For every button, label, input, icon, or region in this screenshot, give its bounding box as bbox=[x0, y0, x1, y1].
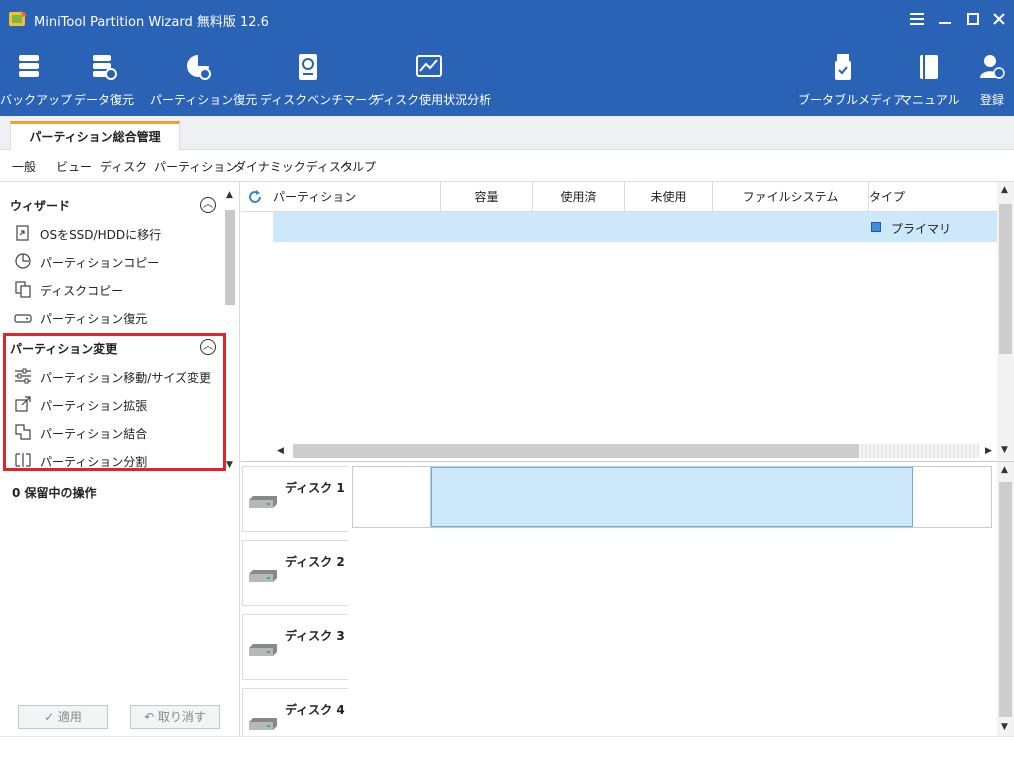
disk-1-partition-2[interactable] bbox=[431, 467, 913, 527]
sidebar-scrollbar[interactable]: ▲ ▼ bbox=[222, 190, 238, 470]
bootable-media-icon bbox=[835, 54, 851, 80]
row-type: プライマリ bbox=[891, 222, 952, 236]
scroll-right-arrow-icon[interactable]: ▶ bbox=[985, 446, 992, 456]
disk-benchmark-button[interactable]: ディスクベンチマーク bbox=[260, 38, 379, 116]
menu-general[interactable]: 一般 bbox=[12, 158, 36, 175]
disk-scroll-down-arrow-icon[interactable]: ▼ bbox=[1001, 722, 1008, 732]
column-capacity[interactable]: 容量 bbox=[441, 182, 533, 212]
sidebar-item-split[interactable]: パーティション分割 bbox=[14, 449, 224, 471]
main-toolbar: バックアップ データ復元 パーティション復元 ディスクベンチマーク ディスク使用… bbox=[0, 38, 1014, 116]
column-type[interactable]: タイプ bbox=[869, 182, 997, 212]
bootable-media-button[interactable]: ブータブルメディア bbox=[798, 38, 905, 116]
status-bar bbox=[0, 736, 1014, 758]
move-resize-icon bbox=[15, 368, 31, 384]
partition-table: パーティション 容量 使用済 未使用 ファイルシステム タイプ プライマリ ◀ … bbox=[241, 182, 1014, 460]
disk-scroll-thumb[interactable] bbox=[999, 482, 1012, 717]
data-recovery-button[interactable]: データ復元 bbox=[70, 38, 138, 116]
space-analyzer-button[interactable]: ディスク使用状況分析 bbox=[372, 38, 491, 116]
disk-1-partition-3[interactable] bbox=[913, 467, 991, 527]
partition-change-section-title: パーティション変更 bbox=[10, 342, 118, 356]
sidebar-scroll-thumb[interactable] bbox=[225, 210, 235, 305]
scroll-left-arrow-icon[interactable]: ◀ bbox=[277, 446, 284, 456]
column-filesystem[interactable]: ファイルシステム bbox=[713, 182, 869, 212]
backup-icon bbox=[19, 55, 39, 77]
wizard-collapse-icon[interactable]: ︿ bbox=[200, 197, 216, 213]
menu-icon[interactable] bbox=[906, 8, 928, 30]
table-vertical-scrollbar[interactable]: ▲ ▼ bbox=[997, 182, 1014, 460]
menu-disk[interactable]: ディスク bbox=[100, 158, 147, 175]
apply-button[interactable]: ✓ 適用 bbox=[18, 705, 108, 729]
split-icon bbox=[15, 453, 31, 467]
hscroll-thumb[interactable] bbox=[293, 444, 859, 458]
disk-map-scrollbar[interactable]: ▲ ▼ bbox=[997, 462, 1014, 737]
window-title: MiniTool Partition Wizard 無料版 12.6 bbox=[34, 15, 269, 30]
hard-disk-icon bbox=[249, 718, 277, 730]
wizard-section-title: ウィザード bbox=[10, 199, 71, 213]
menu-partition[interactable]: パーティション bbox=[154, 158, 237, 175]
disk-1-partition-bar bbox=[352, 466, 992, 528]
disk-scroll-up-arrow-icon[interactable]: ▲ bbox=[1001, 465, 1008, 475]
action-sidebar: ウィザード ︿ OSをSSD/HDDに移行 パーティションコピー ディスクコピー… bbox=[0, 182, 240, 736]
sidebar-item-merge[interactable]: パーティション結合 bbox=[14, 421, 224, 443]
partition-recovery-icon bbox=[14, 314, 32, 323]
register-icon bbox=[980, 55, 1005, 79]
partition-copy-icon bbox=[15, 253, 31, 269]
disk-benchmark-icon bbox=[299, 54, 317, 80]
sidebar-item-partition-recovery[interactable]: パーティション復元 bbox=[14, 306, 224, 328]
migrate-os-icon bbox=[16, 225, 29, 241]
table-header: パーティション 容量 使用済 未使用 ファイルシステム タイプ bbox=[241, 182, 997, 212]
table-vscroll-thumb[interactable] bbox=[999, 204, 1012, 354]
scroll-down-arrow-icon[interactable]: ▼ bbox=[226, 460, 233, 470]
column-partition[interactable]: パーティション bbox=[273, 182, 441, 212]
sidebar-item-partition-copy[interactable]: パーティションコピー bbox=[14, 250, 224, 272]
partition-recovery-button[interactable]: パーティション復元 bbox=[150, 38, 257, 116]
data-recovery-icon bbox=[93, 55, 117, 80]
menu-view[interactable]: ビュー bbox=[56, 158, 92, 175]
disk-card-1[interactable]: ディスク 1 bbox=[242, 466, 348, 532]
tab-partition-management[interactable]: パーティション総合管理 bbox=[10, 121, 180, 151]
tab-strip: パーティション総合管理 bbox=[0, 116, 1014, 151]
disk-copy-icon bbox=[15, 281, 31, 298]
refresh-icon[interactable] bbox=[247, 189, 263, 205]
backup-button[interactable]: バックアップ bbox=[0, 38, 72, 116]
manual-icon bbox=[920, 55, 938, 79]
table-scroll-down-arrow-icon[interactable]: ▼ bbox=[1001, 445, 1008, 455]
hard-disk-icon bbox=[249, 496, 277, 508]
sidebar-item-migrate-os[interactable]: OSをSSD/HDDに移行 bbox=[14, 222, 224, 244]
partition-change-collapse-icon[interactable]: ︿ bbox=[200, 339, 216, 355]
maximize-icon[interactable] bbox=[962, 8, 984, 30]
menu-bar: 一般 ビュー ディスク パーティション ダイナミックディスク ヘルプ bbox=[0, 150, 1014, 182]
scroll-up-arrow-icon[interactable]: ▲ bbox=[226, 190, 233, 200]
menu-dynamic-disk[interactable]: ダイナミックディスク bbox=[234, 158, 353, 175]
disk-map: ディスク 1 ディスク 2 ディスク 3 ディスク 4 ▲ ▼ bbox=[241, 461, 1014, 754]
menu-help[interactable]: ヘルプ bbox=[340, 158, 376, 175]
sidebar-item-move-resize[interactable]: パーティション移動/サイズ変更 bbox=[14, 365, 224, 387]
column-unused[interactable]: 未使用 bbox=[625, 182, 713, 212]
manual-button[interactable]: マニュアル bbox=[900, 38, 960, 116]
table-horizontal-scrollbar[interactable]: ◀ ▶ bbox=[273, 444, 997, 458]
disk-1-partition-1[interactable] bbox=[353, 467, 431, 527]
column-used[interactable]: 使用済 bbox=[533, 182, 625, 212]
sidebar-item-disk-copy[interactable]: ディスクコピー bbox=[14, 278, 224, 300]
disk-card-3[interactable]: ディスク 3 bbox=[242, 614, 348, 680]
extend-icon bbox=[15, 396, 31, 412]
merge-icon bbox=[15, 424, 31, 440]
hard-disk-icon bbox=[249, 644, 277, 656]
undo-button[interactable]: ↶ 取り消す bbox=[130, 705, 220, 729]
space-analyzer-icon bbox=[416, 55, 442, 77]
partition-recovery-icon bbox=[187, 55, 211, 80]
title-bar: MiniTool Partition Wizard 無料版 12.6 bbox=[0, 0, 1014, 38]
minimize-icon[interactable] bbox=[934, 8, 956, 30]
hard-disk-icon bbox=[249, 570, 277, 582]
table-row[interactable]: プライマリ bbox=[273, 212, 997, 242]
register-button[interactable]: 登録 bbox=[970, 38, 1014, 116]
disk-card-2[interactable]: ディスク 2 bbox=[242, 540, 348, 606]
app-logo-icon bbox=[9, 10, 27, 26]
sidebar-item-extend[interactable]: パーティション拡張 bbox=[14, 393, 224, 415]
pending-operations-count: 0 保留中の操作 bbox=[12, 486, 97, 500]
primary-type-swatch bbox=[871, 222, 881, 232]
close-icon[interactable] bbox=[988, 8, 1010, 30]
table-scroll-up-arrow-icon[interactable]: ▲ bbox=[1001, 185, 1008, 195]
